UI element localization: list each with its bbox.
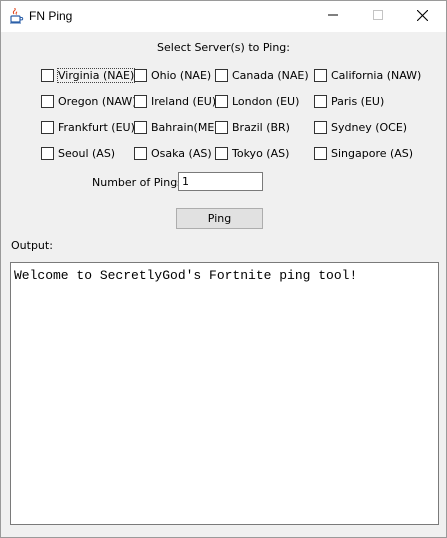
checkbox-label: California (NAW) <box>331 68 422 82</box>
checkbox-box[interactable] <box>215 120 228 134</box>
server-checkbox-sydney-oce[interactable]: Sydney (OCE) <box>314 119 407 135</box>
checkbox-box[interactable] <box>314 146 327 160</box>
checkbox-box[interactable] <box>314 120 327 134</box>
server-checkbox-bahrain-me[interactable]: Bahrain(ME) <box>134 119 219 135</box>
checkbox-box[interactable] <box>134 68 147 82</box>
content-panel: Select Server(s) to Ping: Virginia (NAE)… <box>1 32 446 537</box>
checkbox-label: Ohio (NAE) <box>151 68 212 82</box>
checkbox-label: London (EU) <box>232 94 300 108</box>
pings-label: Number of Pings: <box>92 176 187 189</box>
window-title: FN Ping <box>29 9 73 23</box>
checkbox-box[interactable] <box>134 94 147 108</box>
server-checkbox-canada-nae[interactable]: Canada (NAE) <box>215 67 309 83</box>
server-checkbox-virginia-nae[interactable]: Virginia (NAE) <box>41 67 136 83</box>
checkbox-label: Virginia (NAE) <box>56 67 136 83</box>
java-app-icon <box>8 7 24 24</box>
checkbox-box[interactable] <box>314 94 327 108</box>
checkbox-label: Singapore (AS) <box>331 146 414 160</box>
checkbox-label: Ireland (EU) <box>151 94 217 108</box>
checkbox-label: Seoul (AS) <box>58 146 116 160</box>
checkbox-label: Tokyo (AS) <box>232 146 290 160</box>
server-checkbox-osaka-as[interactable]: Osaka (AS) <box>134 145 212 161</box>
checkbox-label: Oregon (NAW) <box>58 94 137 108</box>
server-select-heading: Select Server(s) to Ping: <box>157 41 290 54</box>
server-checkbox-california-naw[interactable]: California (NAW) <box>314 67 421 83</box>
checkbox-box[interactable] <box>215 94 228 108</box>
server-checkbox-singapore-as[interactable]: Singapore (AS) <box>314 145 413 161</box>
checkbox-label: Osaka (AS) <box>151 146 212 160</box>
server-checkbox-frankfurt-eu[interactable]: Frankfurt (EU) <box>41 119 135 135</box>
checkbox-label: Canada (NAE) <box>232 68 309 82</box>
maximize-icon <box>372 10 383 23</box>
server-checkbox-paris-eu[interactable]: Paris (EU) <box>314 93 384 109</box>
output-textarea[interactable]: Welcome to SecretlyGod's Fortnite ping t… <box>10 262 439 525</box>
checkbox-label: Bahrain(ME) <box>151 120 219 134</box>
checkbox-box[interactable] <box>215 68 228 82</box>
close-icon <box>416 9 429 24</box>
title-bar[interactable]: FN Ping <box>1 1 446 32</box>
checkbox-box[interactable] <box>215 146 228 160</box>
server-checkbox-london-eu[interactable]: London (EU) <box>215 93 299 109</box>
close-button[interactable] <box>400 1 445 32</box>
checkbox-box[interactable] <box>134 120 147 134</box>
checkbox-label: Sydney (OCE) <box>331 120 408 134</box>
server-checkbox-brazil-br[interactable]: Brazil (BR) <box>215 119 290 135</box>
output-label: Output: <box>11 239 53 252</box>
checkbox-label: Brazil (BR) <box>232 120 290 134</box>
checkbox-label: Frankfurt (EU) <box>58 120 135 134</box>
server-checkbox-oregon-naw[interactable]: Oregon (NAW) <box>41 93 137 109</box>
checkbox-box[interactable] <box>314 68 327 82</box>
minimize-icon <box>327 10 338 23</box>
minimize-button[interactable] <box>310 1 355 32</box>
pings-input[interactable]: 1 <box>178 172 263 191</box>
checkbox-label: Paris (EU) <box>331 94 385 108</box>
checkbox-box[interactable] <box>134 146 147 160</box>
server-checkbox-ohio-nae[interactable]: Ohio (NAE) <box>134 67 211 83</box>
server-checkbox-ireland-eu[interactable]: Ireland (EU) <box>134 93 216 109</box>
server-checkbox-seoul-as[interactable]: Seoul (AS) <box>41 145 115 161</box>
server-checkbox-tokyo-as[interactable]: Tokyo (AS) <box>215 145 289 161</box>
checkbox-box[interactable] <box>41 68 54 82</box>
app-window: FN Ping Select Server(s) to Ping: Virgin… <box>0 0 447 538</box>
checkbox-box[interactable] <box>41 120 54 134</box>
checkbox-box[interactable] <box>41 146 54 160</box>
ping-button[interactable]: Ping <box>176 208 263 229</box>
checkbox-box[interactable] <box>41 94 54 108</box>
maximize-button[interactable] <box>355 1 400 32</box>
